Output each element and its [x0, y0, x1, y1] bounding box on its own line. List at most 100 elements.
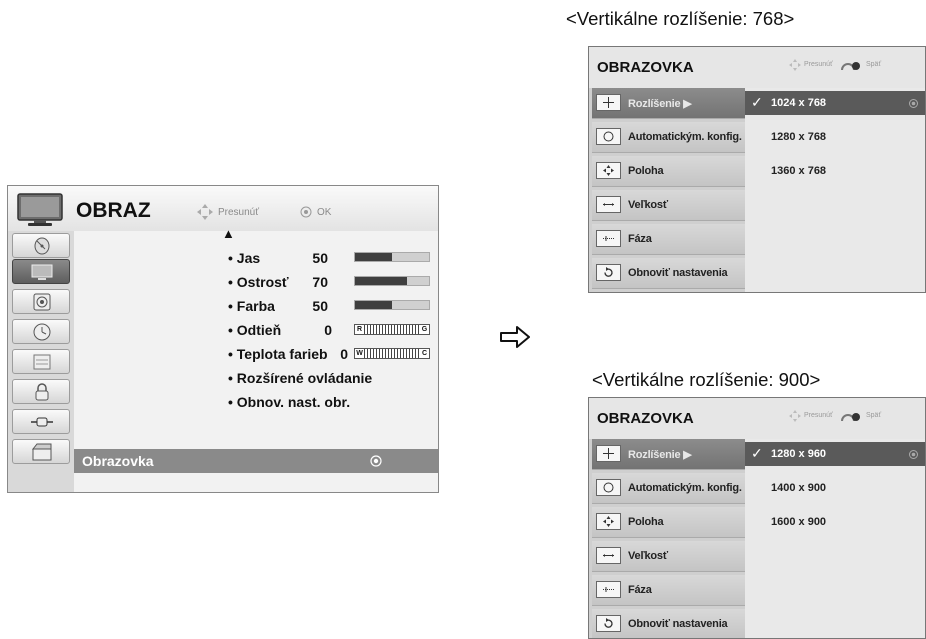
sidebar-item-usb[interactable]: [12, 439, 70, 464]
menu-item-auto-config[interactable]: Automatickým. konfig.: [592, 122, 745, 153]
resolution-label: 1400 x 900: [771, 482, 827, 494]
setting-value: 50: [312, 298, 328, 314]
menu-item-auto-config[interactable]: Automatickým. konfig.: [592, 473, 745, 504]
resolution-label: 1024 x 768: [771, 97, 827, 109]
setting-label: • Odtieň: [228, 322, 282, 338]
resolution-option-1600x900[interactable]: 1600 x 900: [745, 510, 925, 534]
size-icon: [596, 547, 621, 564]
ok-button-icon: [300, 206, 312, 218]
selected-item-label: Obrazovka: [82, 453, 154, 469]
hint-move-label: Presunúť: [804, 61, 833, 68]
level-fill: [355, 301, 392, 309]
menu-item-poloha[interactable]: Poloha: [592, 507, 745, 538]
setting-label: • Teplota farieb: [228, 346, 328, 362]
navigate-icon: [789, 59, 801, 71]
menu-item-label: Rozlíšenie ▶: [628, 98, 692, 110]
menu-item-label: Poloha: [628, 165, 664, 177]
setting-label: • Jas: [228, 250, 261, 266]
menu-item-label: Poloha: [628, 516, 664, 528]
scale-right-label: G: [420, 325, 429, 334]
menu-item-rozlisenie[interactable]: Rozlíšenie ▶: [592, 439, 745, 470]
menu-title: OBRAZ: [76, 199, 151, 222]
obrazovka-panel-768: OBRAZOVKA Presunúť Späť Rozlíšenie ▶ Aut…: [588, 46, 926, 293]
scale-left-label: R: [355, 325, 364, 334]
color-temp-scale[interactable]: W C: [354, 348, 430, 359]
resolution-option-1400x900[interactable]: 1400 x 900: [745, 476, 925, 500]
menu-header: OBRAZ Presunúť OK: [8, 186, 438, 231]
panel-title: OBRAZOVKA: [597, 410, 694, 427]
menu-item-label: Veľkosť: [628, 550, 668, 562]
menu-item-label: Fáza: [628, 233, 652, 245]
resolution-options: ✓ 1024 x 768 1280 x 768 1360 x 768: [745, 88, 925, 292]
resolution-option-1280x960[interactable]: ✓ 1280 x 960: [745, 442, 925, 466]
checkmark-icon: ✓: [751, 94, 763, 110]
obraz-menu: OBRAZ Presunúť OK ▲ • Jas 50 • Ostrosť 7…: [7, 185, 439, 493]
level-bar[interactable]: [354, 276, 430, 286]
reset-icon: [596, 264, 621, 281]
sidebar-item-option[interactable]: [12, 349, 70, 374]
sidebar-item-input[interactable]: [12, 409, 70, 434]
menu-item-faza[interactable]: Fáza: [592, 224, 745, 255]
menu-item-label: Fáza: [628, 584, 652, 596]
move-icon: [596, 94, 621, 111]
sidebar-item-lock[interactable]: [12, 379, 70, 404]
ok-button-icon: [909, 450, 918, 459]
resolution-label: 1600 x 900: [771, 516, 827, 528]
auto-config-icon: [596, 128, 621, 145]
ok-button-icon: [370, 455, 382, 467]
menu-item-rozlisenie[interactable]: Rozlíšenie ▶: [592, 88, 745, 119]
satellite-icon: [34, 237, 50, 255]
category-sidebar: [8, 231, 74, 492]
resolution-label: 1280 x 768: [771, 131, 827, 143]
resolution-option-1360x768[interactable]: 1360 x 768: [745, 159, 925, 183]
back-icon: [839, 410, 863, 422]
menu-item-obnovit[interactable]: Obnoviť nastavenia: [592, 609, 745, 638]
level-bar[interactable]: [354, 300, 430, 310]
menu-item-label: Automatickým. konfig.: [628, 482, 742, 494]
menu-item-velkost[interactable]: Veľkosť: [592, 541, 745, 572]
lock-icon: [35, 383, 49, 401]
ok-button-icon: [909, 99, 918, 108]
menu-item-velkost[interactable]: Veľkosť: [592, 190, 745, 221]
resolution-option-1024x768[interactable]: ✓ 1024 x 768: [745, 91, 925, 115]
setting-value: 0: [340, 346, 348, 362]
sidebar-item-setup[interactable]: [12, 233, 70, 258]
selected-item-obrazovka[interactable]: Obrazovka: [74, 449, 438, 473]
tint-scale[interactable]: R G: [354, 324, 430, 335]
menu-item-label: Rozlíšenie ▶: [628, 449, 692, 461]
resolution-label: 1280 x 960: [771, 448, 827, 460]
menu-item-obnovit[interactable]: Obnoviť nastavenia: [592, 258, 745, 289]
menu-item-label: Veľkosť: [628, 199, 668, 211]
resolution-options: ✓ 1280 x 960 1400 x 900 1600 x 900: [745, 439, 925, 638]
sidebar-item-time[interactable]: [12, 319, 70, 344]
menu-item-faza[interactable]: Fáza: [592, 575, 745, 606]
menu-item-label: Obnoviť nastavenia: [628, 267, 728, 279]
menu-item-poloha[interactable]: Poloha: [592, 156, 745, 187]
tv-icon: [16, 192, 68, 228]
hint-back-label: Späť: [866, 61, 882, 68]
sidebar-item-picture[interactable]: [12, 259, 70, 284]
settings-list: ▲ • Jas 50 • Ostrosť 70 • Farba 50 • Odt…: [74, 226, 438, 492]
level-bar[interactable]: [354, 252, 430, 262]
setting-label: • Ostrosť: [228, 274, 289, 290]
scroll-up-icon[interactable]: ▲: [222, 226, 235, 241]
usb-icon: [31, 443, 52, 461]
navigate-icon: [789, 410, 801, 422]
phase-icon: [596, 230, 621, 247]
obrazovka-menu: Rozlíšenie ▶ Automatickým. konfig. Poloh…: [589, 439, 745, 638]
setting-label: • Obnov. nast. obr.: [228, 394, 351, 410]
setting-value: 0: [324, 322, 332, 338]
menu-item-label: Automatickým. konfig.: [628, 131, 742, 143]
hint-ok-label: OK: [317, 207, 332, 218]
caption-768: <Vertikálne rozlíšenie: 768>: [566, 8, 795, 29]
reset-icon: [596, 615, 621, 632]
sidebar-item-audio[interactable]: [12, 289, 70, 314]
obrazovka-menu: Rozlíšenie ▶ Automatickým. konfig. Poloh…: [589, 88, 745, 292]
clock-icon: [33, 323, 51, 341]
auto-config-icon: [596, 479, 621, 496]
right-arrow-icon: [499, 325, 531, 349]
resolution-option-1280x768[interactable]: 1280 x 768: [745, 125, 925, 149]
size-icon: [596, 196, 621, 213]
move-icon: [596, 445, 621, 462]
hint-move-label: Presunúť: [218, 207, 259, 218]
